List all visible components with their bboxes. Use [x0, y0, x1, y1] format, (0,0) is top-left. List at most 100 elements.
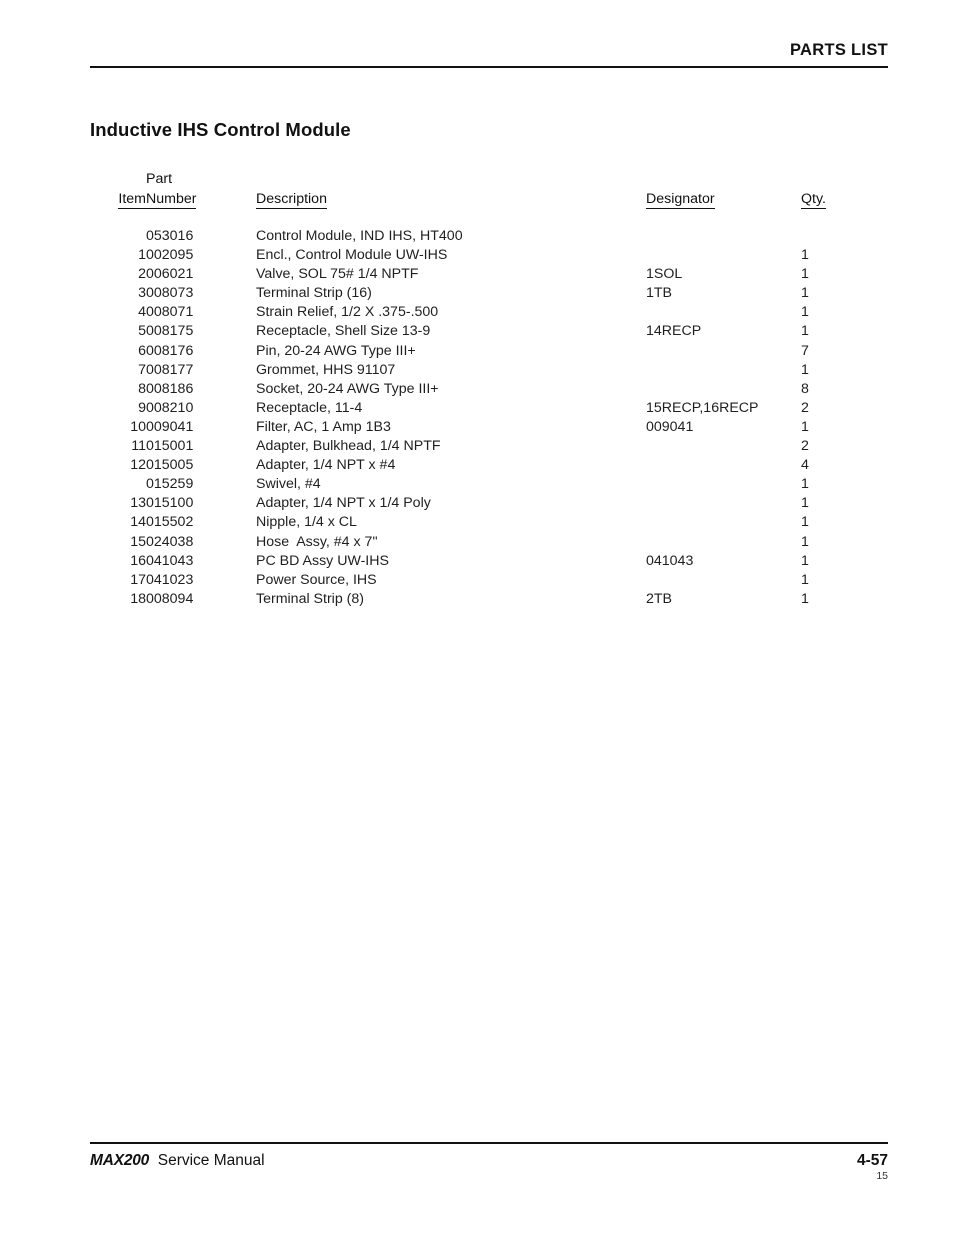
header-spacer-item — [0, 168, 146, 187]
cell-item: 16 — [130, 552, 146, 569]
cell-designator — [646, 437, 801, 456]
column-header-qty-cell: Qty. — [801, 187, 871, 209]
cell-item: 12 — [130, 457, 146, 474]
table-row: 14 015502 Nipple, 1/4 x CL 1 — [0, 513, 954, 532]
cell-pad — [871, 552, 954, 571]
header-spacer-qty — [801, 168, 871, 187]
manual-label — [149, 1152, 158, 1169]
spacer-cell — [646, 209, 801, 227]
table-row: 1 002095 Encl., Control Module UW-IHS 1 — [0, 246, 954, 265]
cell-designator — [646, 571, 801, 590]
cell-item: 9 — [138, 399, 146, 416]
table-row: 053016 Control Module, IND IHS, HT400 — [0, 227, 954, 246]
column-header-pad — [871, 187, 954, 209]
cell-qty: 1 — [801, 323, 809, 340]
column-header-description-cell: Description — [256, 187, 646, 209]
cell-desc: Terminal Strip (8) — [256, 590, 365, 607]
cell-qty: 1 — [801, 285, 809, 302]
cell-desc: Adapter, 1/4 NPT x #4 — [256, 457, 396, 474]
cell-part: 015005 — [146, 457, 194, 474]
cell-pad — [871, 418, 954, 437]
cell-designator — [646, 342, 801, 361]
cell-desc: Power Source, IHS — [256, 571, 377, 588]
cell-desc: Encl., Control Module UW-IHS — [256, 247, 448, 264]
cell-qty: 1 — [801, 266, 809, 283]
cell-item: 15 — [130, 533, 146, 550]
cell-part: 041023 — [146, 571, 194, 588]
cell-pad — [871, 380, 954, 399]
cell-desc: Receptacle, Shell Size 13-9 — [256, 323, 431, 340]
cell-part: 015502 — [146, 514, 194, 531]
cell-part: 008175 — [146, 323, 194, 340]
column-header-part-number: Number — [146, 191, 197, 209]
cell-qty: 1 — [801, 418, 809, 435]
cell-designator: 2TB — [646, 590, 673, 607]
cell-qty: 1 — [801, 476, 809, 493]
cell-designator — [646, 361, 801, 380]
page-footer: MAX200 Service Manual 4-57 15 — [90, 1142, 888, 1182]
cell-qty: 1 — [801, 552, 809, 569]
spacer-cell — [801, 209, 871, 227]
cell-qty: 1 — [801, 495, 809, 512]
table-row: 9 008210 Receptacle, 11-4 15RECP,16RECP 2 — [0, 399, 954, 418]
cell-designator — [646, 494, 801, 513]
cell-qty: 1 — [801, 304, 809, 321]
cell-part: 015100 — [146, 495, 194, 512]
cell-desc: Strain Relief, 1/2 X .375-.500 — [256, 304, 439, 321]
cell-designator: 1TB — [646, 285, 673, 302]
cell-item: 2 — [138, 266, 146, 283]
cell-part: 008176 — [146, 342, 194, 359]
cell-designator — [646, 227, 801, 246]
cell-part: 008094 — [146, 590, 194, 607]
brand-name: MAX200 — [90, 1152, 150, 1170]
cell-qty: 4 — [801, 457, 809, 474]
cell-desc: Grommet, HHS 91107 — [256, 361, 396, 378]
cell-pad — [871, 303, 954, 322]
column-header-part-number-cell: Number — [146, 187, 256, 209]
column-header-qty: Qty. — [801, 191, 826, 209]
cell-item: 8 — [138, 380, 146, 397]
table-row: 18 008094 Terminal Strip (8) 2TB 1 — [0, 590, 954, 609]
cell-part: 006021 — [146, 266, 194, 283]
manual-label-text: Service Manual — [157, 1152, 265, 1170]
cell-pad — [871, 342, 954, 361]
cell-designator: 14RECP — [646, 323, 702, 340]
column-header-description: Description — [256, 191, 327, 209]
table-row: 8 008186 Socket, 20-24 AWG Type III+ 8 — [0, 380, 954, 399]
cell-qty: 1 — [801, 361, 809, 378]
spacer-cell — [871, 209, 954, 227]
cell-qty: 2 — [801, 399, 809, 416]
footer-manual-label: MAX200 Service Manual — [90, 1152, 265, 1170]
cell-pad — [871, 571, 954, 590]
header-spacer-desc — [256, 168, 646, 187]
cell-desc: Nipple, 1/4 x CL — [256, 514, 357, 531]
table-row: 015259 Swivel, #4 1 — [0, 475, 954, 494]
table-row: 2 006021 Valve, SOL 75# 1/4 NPTF 1SOL 1 — [0, 265, 954, 284]
cell-designator — [646, 380, 801, 399]
footer-divider-rule — [90, 1142, 888, 1145]
cell-part: 009041 — [146, 418, 194, 435]
cell-part: 008073 — [146, 285, 194, 302]
cell-part: 024038 — [146, 533, 194, 550]
document-page: PARTS LIST Inductive IHS Control Module … — [0, 0, 954, 1235]
cell-pad — [871, 361, 954, 380]
cell-desc: Receptacle, 11-4 — [256, 399, 363, 416]
cell-designator — [646, 475, 801, 494]
cell-qty: 7 — [801, 342, 809, 359]
parts-list-table: Part Item Number Description Designator … — [0, 168, 954, 609]
cell-designator: 15RECP,16RECP — [646, 399, 759, 416]
cell-part: 053016 — [146, 228, 194, 244]
cell-desc: Adapter, Bulkhead, 1/4 NPTF — [256, 438, 441, 455]
cell-item: 6 — [138, 342, 146, 359]
header-divider-rule — [90, 66, 888, 69]
cell-pad — [871, 246, 954, 265]
cell-part: 008177 — [146, 361, 194, 378]
page-number: 4-57 — [856, 1152, 888, 1170]
cell-qty: 1 — [801, 514, 809, 531]
cell-pad — [871, 456, 954, 475]
cell-desc: Swivel, #4 — [256, 476, 321, 493]
cell-desc: Pin, 20-24 AWG Type III+ — [256, 342, 416, 359]
cell-designator — [646, 513, 801, 532]
header-spacer-pad — [871, 168, 954, 187]
table-row: 7 008177 Grommet, HHS 91107 1 — [0, 361, 954, 380]
